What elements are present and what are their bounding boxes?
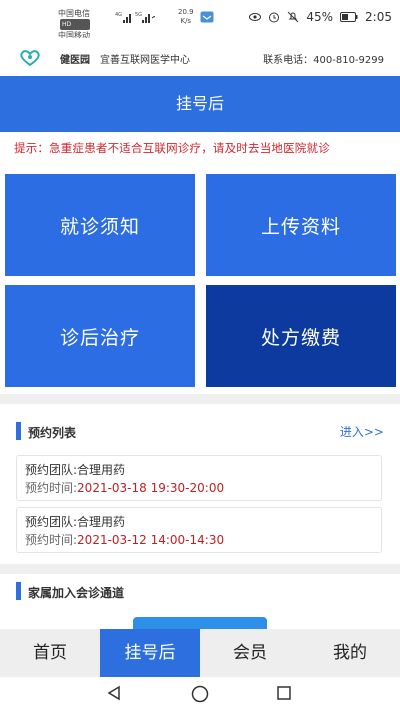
family-title: 家属加入会诊通道 bbox=[28, 586, 125, 600]
mute-icon bbox=[288, 11, 299, 23]
alarm-icon bbox=[269, 12, 280, 23]
speed-value: 20.9 bbox=[178, 8, 194, 16]
brand-name: 健医园 bbox=[60, 55, 90, 66]
page-title: 挂号后 bbox=[0, 76, 400, 132]
family-header: 家属加入会诊通道 bbox=[0, 576, 400, 606]
message-icon bbox=[200, 11, 214, 23]
appointment-card[interactable]: 预约团队:合理用药 预约时间:2021-03-18 19:30-20:00 bbox=[16, 455, 382, 501]
status-bar: 中国电信 HD 中国移动 4G 5G 20.9 K/s 45% 2:05 bbox=[0, 0, 400, 41]
section-accent-bar bbox=[16, 582, 21, 600]
tab-home[interactable]: 首页 bbox=[0, 629, 100, 677]
signal-icon: 4G 5G bbox=[115, 12, 155, 23]
hd-badge: HD bbox=[60, 19, 90, 30]
contact-phone: 联系电话：400-810-9299 bbox=[263, 55, 384, 66]
appointment-time-label: 预约时间: bbox=[25, 533, 78, 547]
section-divider bbox=[0, 564, 400, 574]
heart-logo-icon bbox=[20, 50, 40, 66]
appointment-team: 预约团队:合理用药 bbox=[25, 463, 126, 477]
appointment-team: 预约团队:合理用药 bbox=[25, 515, 126, 529]
home-icon[interactable] bbox=[191, 685, 209, 703]
appointments-title: 预约列表 bbox=[28, 426, 77, 440]
clock: 2:05 bbox=[365, 10, 392, 24]
section-accent-bar bbox=[16, 422, 21, 440]
appointments-enter-link[interactable]: 进入>> bbox=[340, 423, 384, 440]
svg-text:4G: 4G bbox=[115, 12, 122, 18]
carrier-1-label: 中国电信 bbox=[58, 9, 90, 18]
brand-subtitle: 宜善互联网医学中心 bbox=[100, 55, 190, 66]
warning-notice: 提示：急重症患者不适合互联网诊疗，请及时去当地医院就诊 bbox=[14, 141, 330, 155]
eye-icon bbox=[249, 13, 262, 21]
battery-percent: 45% bbox=[306, 10, 334, 24]
back-icon[interactable] bbox=[106, 685, 122, 701]
appointment-time: 2021-03-18 19:30-20:00 bbox=[77, 481, 225, 495]
tab-membership[interactable]: 会员 bbox=[200, 629, 300, 677]
section-divider bbox=[0, 394, 400, 404]
appointment-card[interactable]: 预约团队:合理用药 预约时间:2021-03-12 14:00-14:30 bbox=[16, 507, 382, 553]
network-speed: 20.9 K/s bbox=[178, 8, 194, 26]
tab-after-registration[interactable]: 挂号后 bbox=[100, 629, 200, 677]
appointment-time-label: 预约时间: bbox=[25, 481, 78, 495]
speed-unit: K/s bbox=[180, 17, 192, 25]
recent-apps-icon[interactable] bbox=[277, 686, 291, 700]
battery-icon bbox=[340, 12, 358, 22]
tile-upload-documents[interactable]: 上传资料 bbox=[206, 174, 396, 276]
tab-profile[interactable]: 我的 bbox=[300, 629, 400, 677]
bottom-tab-bar: 首页 挂号后 会员 我的 bbox=[0, 629, 400, 677]
carrier-info: 中国电信 HD 中国移动 bbox=[58, 8, 90, 41]
tile-prescription-payment[interactable]: 处方缴费 bbox=[206, 285, 396, 387]
tile-post-visit-treatment[interactable]: 诊后治疗 bbox=[5, 285, 195, 387]
brand-bar: 健医园 宜善互联网医学中心 联系电话：400-810-9299 bbox=[0, 38, 400, 76]
appointments-header: 预约列表 进入>> bbox=[0, 416, 400, 446]
status-right: 45% 2:05 bbox=[249, 10, 392, 24]
system-nav-bar bbox=[0, 677, 400, 711]
appointment-time: 2021-03-12 14:00-14:30 bbox=[77, 533, 225, 547]
svg-text:5G: 5G bbox=[135, 12, 142, 18]
tile-visit-guide[interactable]: 就诊须知 bbox=[5, 174, 195, 276]
